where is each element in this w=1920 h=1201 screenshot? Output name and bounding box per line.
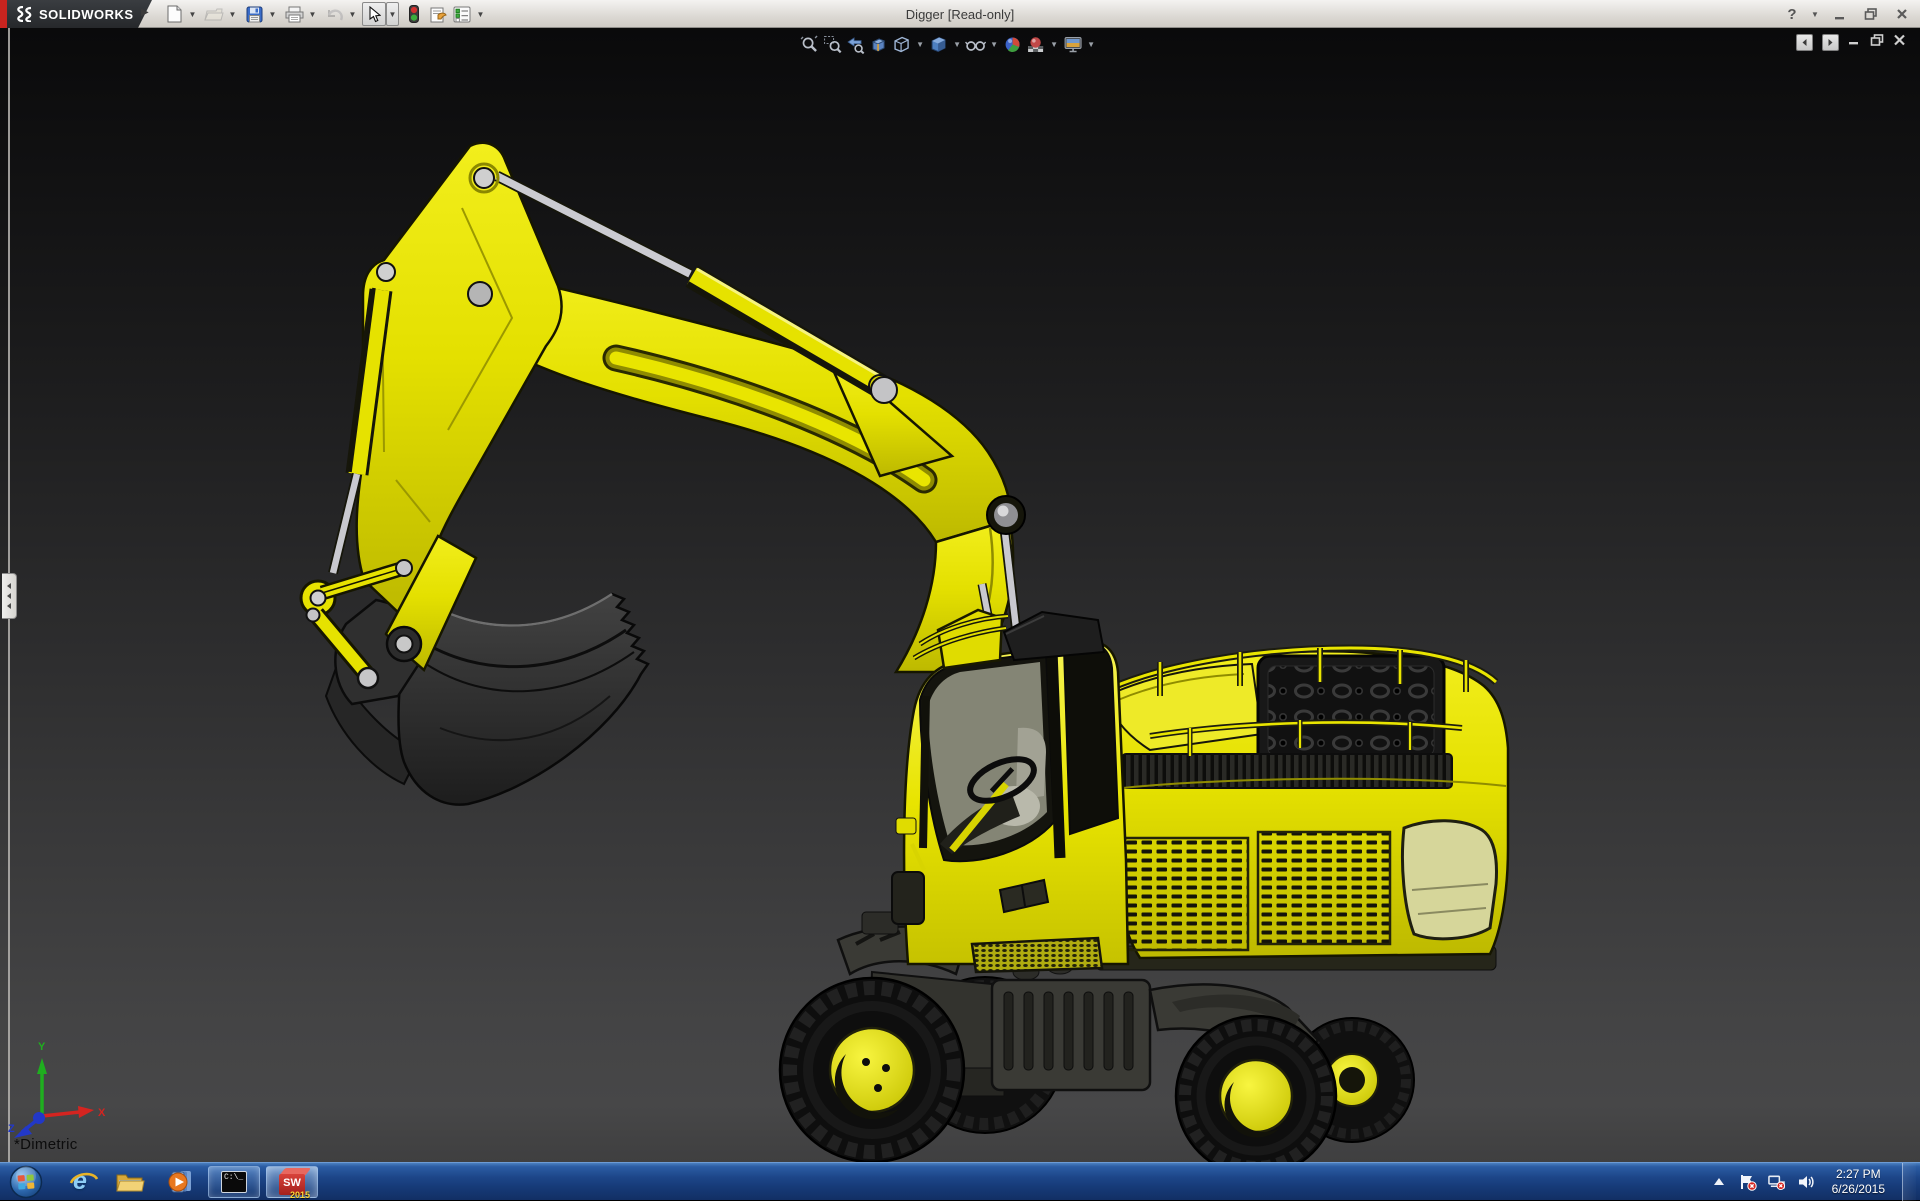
open-button[interactable] — [202, 2, 226, 26]
bucket[interactable] — [326, 594, 648, 805]
rear-wheel[interactable] — [1176, 1016, 1336, 1162]
action-center-icon[interactable] — [1739, 1173, 1757, 1191]
select-button[interactable] — [362, 2, 386, 26]
help-dropdown[interactable]: ▼ — [1811, 10, 1821, 19]
options-checklist-icon — [453, 6, 471, 23]
file-properties-icon — [429, 6, 448, 23]
side-vent-grille — [1258, 832, 1390, 944]
graphics-viewport[interactable]: ▼ ▼ ▼ — [0, 28, 1920, 1162]
new-dropdown[interactable]: ▼ — [186, 2, 199, 26]
action-center-flag-icon — [1739, 1173, 1757, 1191]
options-dropdown[interactable]: ▼ — [474, 2, 487, 26]
solidworks-logo-mark — [14, 6, 34, 22]
orientation-triad: Y X Z — [6, 1036, 116, 1146]
taskbar-item-media-player[interactable] — [158, 1166, 202, 1198]
front-wheel[interactable] — [780, 978, 964, 1162]
svg-text:X: X — [98, 1107, 106, 1119]
taskbar-item-file-explorer[interactable] — [108, 1166, 152, 1198]
save-button[interactable] — [242, 2, 266, 26]
close-icon — [1896, 8, 1908, 20]
show-hidden-icons-button[interactable] — [1710, 1173, 1728, 1191]
internet-explorer-icon: e — [73, 1167, 87, 1196]
restore-button[interactable] — [1859, 4, 1883, 24]
dipper-plate — [357, 143, 562, 616]
clock-time: 2:27 PM — [1832, 1167, 1885, 1182]
new-document-icon — [166, 5, 183, 23]
taskbar-item-command-prompt[interactable]: C:\_ — [208, 1166, 260, 1198]
taskbar-item-internet-explorer[interactable]: e — [58, 1166, 102, 1198]
side-window — [1064, 644, 1118, 834]
upper-body[interactable] — [1096, 648, 1508, 970]
undo-icon — [325, 6, 343, 22]
boom[interactable] — [301, 143, 1025, 688]
speaker-icon — [1797, 1173, 1815, 1191]
app-titlebar: SOLIDWORKS ▶ ▼ ▼ — [0, 0, 1920, 28]
taskbar: e — [0, 1162, 1920, 1200]
view-orientation-label: *Dimetric — [14, 1136, 78, 1153]
undo-button[interactable] — [322, 2, 346, 26]
file-properties-button[interactable] — [426, 2, 450, 26]
logo-red-stripe — [0, 0, 7, 28]
save-dropdown[interactable]: ▼ — [266, 2, 279, 26]
select-cursor-icon — [368, 6, 381, 23]
minimize-icon — [1834, 9, 1847, 20]
rear-window — [1402, 821, 1496, 939]
media-player-icon — [166, 1169, 194, 1195]
print-button[interactable] — [282, 2, 306, 26]
undo-dropdown[interactable]: ▼ — [346, 2, 359, 26]
svg-text:Z: Z — [8, 1123, 15, 1135]
volume-icon[interactable] — [1797, 1173, 1815, 1191]
solidworks-app: SOLIDWORKS ▶ ▼ ▼ — [0, 0, 1920, 1200]
x-axis: X — [42, 1106, 106, 1119]
rebuild-traffic-light-icon — [409, 5, 419, 23]
minimize-button[interactable] — [1828, 4, 1852, 24]
window-controls: ? ▼ — [1780, 0, 1914, 28]
command-prompt-icon: C:\_ — [221, 1171, 247, 1193]
clock-date: 6/26/2015 — [1832, 1182, 1885, 1197]
cab[interactable] — [892, 584, 1128, 972]
windows-start-icon — [9, 1165, 43, 1199]
restore-icon — [1864, 8, 1878, 20]
system-tray: 2:27 PM 6/26/2015 — [1710, 1163, 1920, 1200]
start-button[interactable] — [8, 1165, 44, 1199]
close-button[interactable] — [1890, 4, 1914, 24]
toolbar-overflow-arrow[interactable]: ▶ — [141, 7, 149, 18]
print-icon — [285, 6, 304, 23]
new-button[interactable] — [162, 2, 186, 26]
select-dropdown[interactable]: ▼ — [386, 2, 399, 26]
solidworks-logo: SOLIDWORKS — [0, 0, 152, 28]
main-toolbar: ▼ ▼ ▼ — [162, 2, 490, 26]
network-status-icon[interactable] — [1768, 1173, 1786, 1191]
options-button[interactable] — [450, 2, 474, 26]
folder-icon — [115, 1170, 145, 1194]
network-disconnected-icon — [1768, 1173, 1786, 1191]
excavator-model[interactable] — [0, 28, 1920, 1162]
brand-text: SOLIDWORKS — [39, 7, 134, 22]
y-axis: Y — [37, 1041, 47, 1116]
tray-clock[interactable]: 2:27 PM 6/26/2015 — [1826, 1167, 1891, 1197]
print-dropdown[interactable]: ▼ — [306, 2, 319, 26]
rebuild-button[interactable] — [402, 2, 426, 26]
taskbar-item-solidworks[interactable]: SW 2015 — [266, 1166, 318, 1198]
svg-text:Y: Y — [38, 1041, 46, 1053]
open-dropdown[interactable]: ▼ — [226, 2, 239, 26]
show-hidden-icons-arrow — [1713, 1177, 1725, 1187]
triad-origin — [33, 1112, 45, 1124]
help-button[interactable]: ? — [1780, 4, 1804, 24]
save-floppy-icon — [246, 6, 263, 23]
show-desktop-button[interactable] — [1902, 1163, 1916, 1201]
open-folder-icon — [204, 6, 224, 22]
taskbar-items: e — [58, 1166, 318, 1198]
solidworks-2015-icon: SW 2015 — [277, 1167, 307, 1197]
